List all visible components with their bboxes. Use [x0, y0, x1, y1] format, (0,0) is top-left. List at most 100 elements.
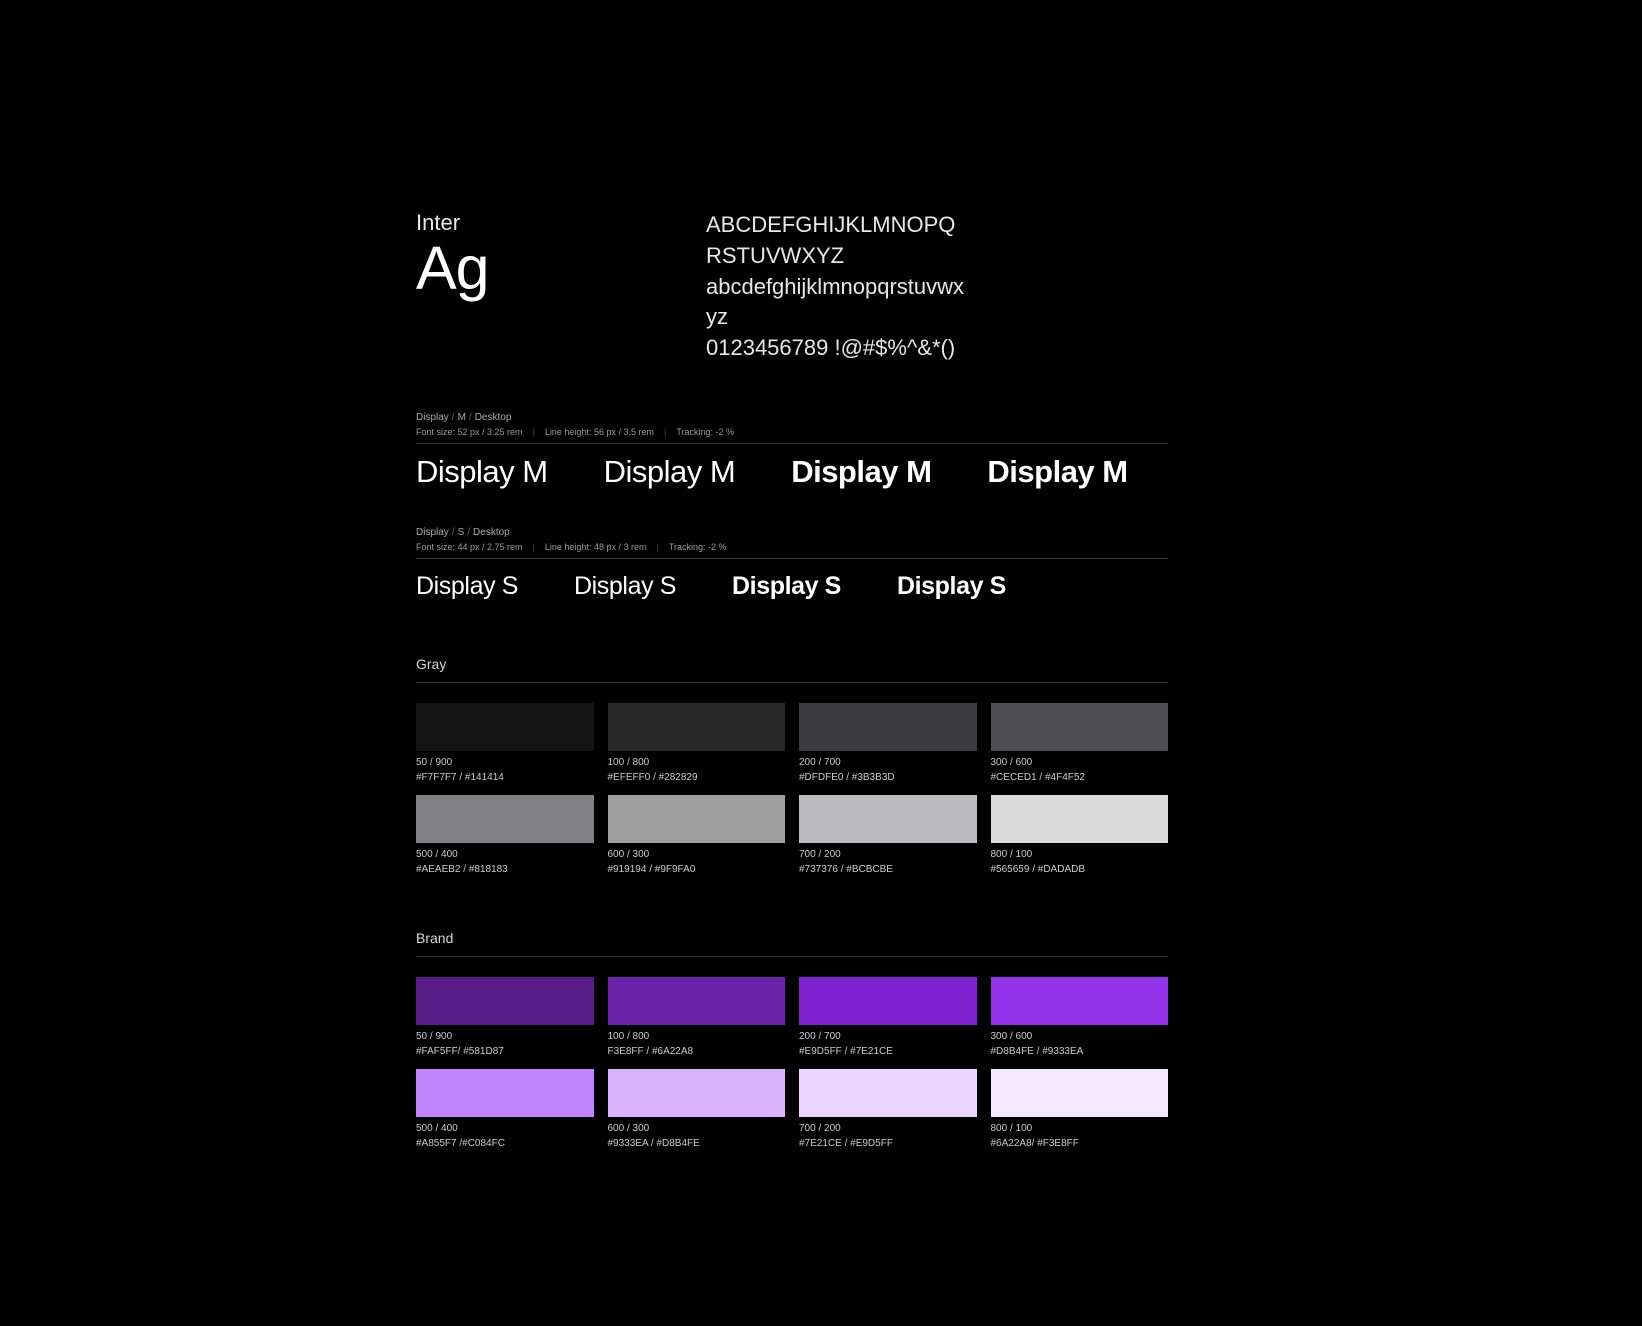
font-name-block: Inter Ag	[416, 210, 666, 364]
swatch-grid: 50 / 900 #F7F7F7 / #141414 100 / 800#EFEFF…	[416, 703, 1168, 875]
breadcrumb-sep: /	[469, 412, 472, 423]
swatch-name: 800 / 100	[991, 1123, 1169, 1134]
sample-bold: Display M	[987, 456, 1127, 487]
swatch-item: 200 / 700 #DFDFE0 / #3B3B3D	[799, 703, 977, 783]
sample-semibold: Display S	[732, 571, 841, 601]
swatch-item: 300 / 600 #D8B4FE / #9333EA	[991, 977, 1169, 1057]
swatch-name: 50 / 900	[416, 1031, 594, 1042]
swatch-hex: #F7F7F7 / #141414	[416, 772, 594, 783]
type-section-display-s: Display/S/Desktop Font size: 44 px / 2.7…	[416, 527, 1168, 601]
swatch-name: 500 / 400	[416, 1123, 594, 1134]
divider	[416, 558, 1168, 559]
sample-bold: Display S	[897, 571, 1006, 601]
swatch-name: 200 / 700	[799, 1031, 977, 1042]
swatch-name: 300 / 600	[991, 1031, 1169, 1042]
meta-tracking: Tracking: -2 %	[676, 427, 734, 437]
swatch-item: 50 / 900 #F7F7F7 / #141414	[416, 703, 594, 783]
swatch-hex: #AEAEB2 / #818183	[416, 864, 594, 875]
swatch-color	[416, 703, 594, 751]
swatch-item: 700 / 200 #737376 / #BCBCBE	[799, 795, 977, 875]
meta-tracking: Tracking: -2 %	[669, 542, 727, 552]
alphabet-digits: 0123456789 !@#$%^&*()	[706, 333, 966, 364]
breadcrumb-part: S	[458, 527, 465, 538]
type-breadcrumb: Display/M/Desktop	[416, 412, 1168, 423]
meta-sep: |	[533, 542, 535, 552]
swatch-item: 100 / 800#EFEFF0 / #282829	[608, 703, 786, 783]
swatch-color	[991, 795, 1169, 843]
swatch-color	[416, 795, 594, 843]
swatch-item: 600 / 300 #919194 / #9F9FA0	[608, 795, 786, 875]
type-samples: Display S Display S Display S Display S	[416, 571, 1168, 601]
swatch-item: 500 / 400 #AEAEB2 / #818183	[416, 795, 594, 875]
sample-medium: Display S	[574, 571, 676, 601]
divider	[416, 682, 1168, 683]
swatch-color	[799, 703, 977, 751]
meta-line-height: Line height: 48 px / 3 rem	[545, 542, 647, 552]
swatch-item: 50 / 900 #FAF5FF/ #581D87	[416, 977, 594, 1057]
breadcrumb-part: Desktop	[473, 527, 510, 538]
swatch-hex: #6A22A8/ #F3E8FF	[991, 1138, 1169, 1149]
swatch-color	[416, 1069, 594, 1117]
swatch-hex: #A855F7 /#C084FC	[416, 1138, 594, 1149]
meta-font-size: Font size: 52 px / 3.25 rem	[416, 427, 523, 437]
swatch-name: 500 / 400	[416, 849, 594, 860]
breadcrumb-sep: /	[452, 527, 455, 538]
swatch-hex: #DFDFE0 / #3B3B3D	[799, 772, 977, 783]
breadcrumb-part: M	[458, 412, 466, 423]
divider	[416, 956, 1168, 957]
sample-regular: Display M	[416, 456, 548, 487]
swatch-item: 700 / 200 #7E21CE / #E9D5FF	[799, 1069, 977, 1149]
divider	[416, 443, 1168, 444]
alphabet-block: ABCDEFGHIJKLMNOPQRSTUVWXYZ abcdefghijklm…	[706, 210, 966, 364]
meta-sep: |	[656, 542, 658, 552]
swatch-name: 700 / 200	[799, 849, 977, 860]
font-header: Inter Ag ABCDEFGHIJKLMNOPQRSTUVWXYZ abcd…	[416, 210, 1168, 364]
swatch-color	[991, 703, 1169, 751]
type-meta-row: Font size: 52 px / 3.25 rem | Line heigh…	[416, 427, 1168, 437]
sample-semibold: Display M	[791, 456, 931, 487]
swatch-grid: 50 / 900 #FAF5FF/ #581D87 100 / 800F3E8FF …	[416, 977, 1168, 1149]
type-section-display-m: Display/M/Desktop Font size: 52 px / 3.2…	[416, 412, 1168, 487]
palette-title: Gray	[416, 656, 1168, 672]
swatch-color	[799, 795, 977, 843]
swatch-name: 800 / 100	[991, 849, 1169, 860]
swatch-name: 200 / 700	[799, 757, 977, 768]
sample-regular: Display S	[416, 571, 518, 601]
swatch-hex: #EFEFF0 / #282829	[608, 772, 786, 783]
alphabet-lower: abcdefghijklmnopqrstuvwxyz	[706, 272, 966, 334]
swatch-hex: #737376 / #BCBCBE	[799, 864, 977, 875]
swatch-color	[416, 977, 594, 1025]
breadcrumb-part: Display	[416, 527, 449, 538]
swatch-item: 100 / 800F3E8FF / #6A22A8	[608, 977, 786, 1057]
swatch-name: 600 / 300	[608, 849, 786, 860]
swatch-name: 700 / 200	[799, 1123, 977, 1134]
meta-font-size: Font size: 44 px / 2.75 rem	[416, 542, 523, 552]
type-breadcrumb: Display/S/Desktop	[416, 527, 1168, 538]
type-meta-row: Font size: 44 px / 2.75 rem | Line heigh…	[416, 542, 1168, 552]
swatch-color	[991, 1069, 1169, 1117]
swatch-hex: #565659 / #DADADB	[991, 864, 1169, 875]
breadcrumb-sep: /	[467, 527, 470, 538]
swatch-name: 50 / 900	[416, 757, 594, 768]
swatch-color	[608, 977, 786, 1025]
meta-sep: |	[664, 427, 666, 437]
swatch-hex: #E9D5FF / #7E21CE	[799, 1046, 977, 1057]
swatch-item: 200 / 700 #E9D5FF / #7E21CE	[799, 977, 977, 1057]
swatch-color	[608, 1069, 786, 1117]
swatch-hex: #919194 / #9F9FA0	[608, 864, 786, 875]
breadcrumb-sep: /	[452, 412, 455, 423]
swatch-hex: #FAF5FF/ #581D87	[416, 1046, 594, 1057]
sample-medium: Display M	[604, 456, 736, 487]
swatch-item: 800 / 100 #6A22A8/ #F3E8FF	[991, 1069, 1169, 1149]
swatch-color	[608, 703, 786, 751]
swatch-item: 500 / 400 #A855F7 /#C084FC	[416, 1069, 594, 1149]
swatch-hex: #7E21CE / #E9D5FF	[799, 1138, 977, 1149]
palette-brand: Brand 50 / 900#FAF5FF/ #581D87100 / 800F…	[416, 930, 1168, 1149]
swatch-hex: #D8B4FE / #9333EA	[991, 1046, 1169, 1057]
swatch-color	[608, 795, 786, 843]
palette-gray: Gray 50 / 900 #F7F7F7 / #141414 100 / 800#…	[416, 656, 1168, 875]
swatch-item: 300 / 600#CECED1 / #4F4F52	[991, 703, 1169, 783]
swatch-name: 600 / 300	[608, 1123, 786, 1134]
alphabet-upper: ABCDEFGHIJKLMNOPQRSTUVWXYZ	[706, 210, 966, 272]
meta-line-height: Line height: 56 px / 3.5 rem	[545, 427, 654, 437]
